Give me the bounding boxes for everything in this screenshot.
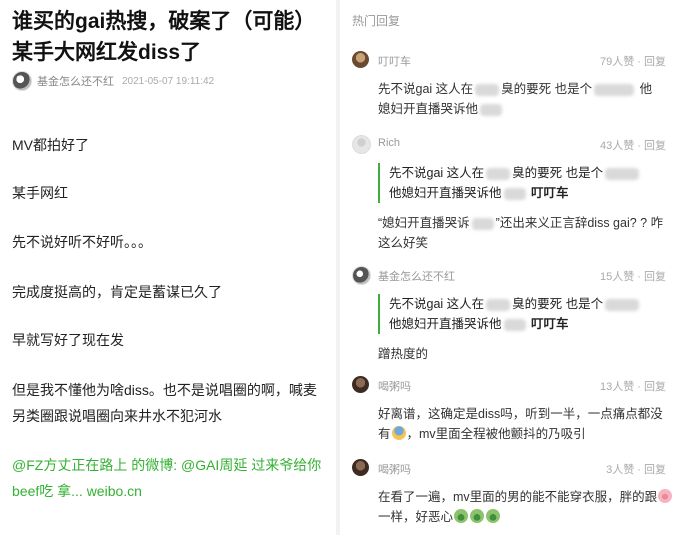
commenter-name[interactable]: 喝粥吗 — [378, 461, 411, 477]
redacted-text — [480, 103, 503, 116]
comment-text-part: 一样，好恶心 — [378, 510, 454, 524]
pig-face-emoji — [658, 489, 673, 503]
comment-text-part: 他 — [639, 82, 653, 96]
comment-meta: 79人赞 · 回复 — [599, 56, 666, 68]
article-paragraph: 先不说好听不好听。。。 — [12, 234, 152, 250]
commenter-avatar[interactable] — [352, 135, 371, 154]
redacted-text — [605, 298, 640, 311]
redacted-text — [486, 298, 511, 311]
article-paragraph: 完成度挺高的，肯定是蓄谋已久了 — [12, 284, 222, 300]
article-paragraph: MV都拍好了 — [12, 137, 89, 153]
comment-text-part: 臭的要死 也是个 — [501, 82, 593, 96]
comment-text: 好离谱，这确定是diss吗，听到一半，一点痛点都没有 ，mv里面全程被他颤抖的乃吸… — [378, 404, 674, 444]
commenter-avatar[interactable] — [352, 51, 369, 68]
quoted-comment: 先不说gai 这人在 臭的要死 也是个 他媳妇开直播哭诉他 叮叮车 — [378, 163, 674, 203]
redacted-text — [503, 318, 526, 331]
comment-text-part: 先不说gai 这人在 — [378, 82, 474, 96]
comment-item: 基金怎么还不红 15人赞 · 回复 先不说gai 这人在 臭的要死 也是个 他媳妇… — [352, 265, 674, 364]
redacted-text — [594, 83, 635, 96]
nauseated-face-emoji — [470, 509, 485, 523]
nauseated-face-emoji — [454, 509, 469, 523]
comment-item: Rich 43人赞 · 回复 先不说gai 这人在 臭的要死 也是个 他媳妇开直播… — [352, 134, 674, 253]
quote-text-part: 臭的要死 也是个 — [512, 297, 604, 311]
hot-replies-panel: 热门回复 叮叮车 79人赞 · 回复 先不说gai 这人在 臭的要死 也是个 他 … — [340, 0, 681, 535]
comment-text-part: ，mv里面全程被他颤抖的乃吸引 — [406, 427, 586, 441]
commenter-name[interactable]: 喝粥吗 — [378, 378, 411, 394]
article-paragraph: 但是我不懂他为啥diss。也不是说唱圈的啊，喊麦另类圈跟说唱圈向来井水不犯河水 — [12, 382, 317, 424]
post-time: 2021-05-07 19:11:42 — [122, 75, 215, 87]
comment-text-part: 在看了一遍，mv里面的男的能不能穿衣服，胖的跟 — [378, 490, 658, 504]
commenter-avatar[interactable] — [352, 459, 369, 476]
comment-text: “媳妇开直播哭诉 ”还出来义正言辞diss gai? ? 咋这么好笑 — [378, 213, 674, 253]
comment-text: 蹭热度的 — [378, 347, 429, 361]
nauseated-face-emoji — [486, 509, 501, 523]
like-count[interactable]: 13人赞 — [600, 381, 634, 393]
comment-text: 在看了一遍，mv里面的男的能不能穿衣服，胖的跟一样，好恶心 — [378, 487, 674, 527]
comment-meta: 13人赞 · 回复 — [599, 381, 666, 393]
quote-text-part: 先不说gai 这人在 — [389, 166, 485, 180]
reply-button[interactable]: 回复 — [644, 464, 666, 476]
comment-meta: 3人赞 · 回复 — [606, 464, 666, 476]
quote-author[interactable]: 叮叮车 — [531, 186, 569, 200]
author-name[interactable]: 基金怎么还不红 — [37, 73, 114, 89]
comment-text-part: 媳妇开直播哭诉他 — [378, 102, 479, 116]
author-row: 基金怎么还不红 2021-05-07 19:11:42 — [12, 71, 214, 91]
reply-button[interactable]: 回复 — [644, 56, 666, 68]
quote-text-part: 先不说gai 这人在 — [389, 297, 485, 311]
quote-text-part: 他媳妇开直播哭诉他 — [389, 186, 502, 200]
fearful-face-emoji — [391, 426, 406, 440]
article-paragraph: 某手网红 — [12, 185, 68, 201]
redacted-text — [471, 217, 494, 230]
comment-item: 喝粥吗 3人赞 · 回复 在看了一遍，mv里面的男的能不能穿衣服，胖的跟一样，好… — [352, 458, 674, 527]
redacted-text — [475, 83, 500, 96]
reply-button[interactable]: 回复 — [644, 140, 666, 152]
redacted-text — [503, 187, 526, 200]
like-count[interactable]: 15人赞 — [600, 271, 634, 283]
comment-meta: 15人赞 · 回复 — [599, 271, 666, 283]
quote-author[interactable]: 叮叮车 — [531, 317, 569, 331]
commenter-avatar[interactable] — [352, 266, 371, 285]
author-avatar[interactable] — [12, 71, 32, 91]
comment-text: 先不说gai 这人在 臭的要死 也是个 他 媳妇开直播哭诉他 — [378, 79, 674, 119]
commenter-name[interactable]: Rich — [378, 137, 400, 149]
comment-item: 叮叮车 79人赞 · 回复 先不说gai 这人在 臭的要死 也是个 他 媳妇开直播… — [352, 50, 674, 119]
commenter-avatar[interactable] — [352, 376, 369, 393]
article-title: 谁买的gai热搜，破案了（可能） 某手大网红发diss了 — [12, 6, 330, 68]
weibo-link[interactable]: @FZ方丈正在路上 的微博: @GAI周延 过来爷给你beef吃 拿... we… — [12, 452, 330, 504]
quote-text-part: 臭的要死 也是个 — [512, 166, 604, 180]
title-line-1: 谁买的gai热搜，破案了（可能） — [12, 10, 316, 33]
article-paragraph: 早就写好了现在发 — [12, 332, 124, 348]
like-count[interactable]: 3人赞 — [606, 464, 634, 476]
redacted-text — [486, 167, 511, 180]
comment-meta: 43人赞 · 回复 — [599, 140, 666, 152]
article-panel: 谁买的gai热搜，破案了（可能） 某手大网红发diss了 基金怎么还不红 202… — [0, 0, 335, 535]
commenter-name[interactable]: 叮叮车 — [378, 53, 411, 69]
like-count[interactable]: 43人赞 — [600, 140, 634, 152]
quoted-comment: 先不说gai 这人在 臭的要死 也是个 他媳妇开直播哭诉他 叮叮车 — [378, 294, 674, 334]
reply-button[interactable]: 回复 — [644, 381, 666, 393]
quote-text-part: 他媳妇开直播哭诉他 — [389, 317, 502, 331]
title-line-2: 某手大网红发diss了 — [12, 41, 202, 64]
hot-replies-title: 热门回复 — [352, 14, 401, 28]
reply-button[interactable]: 回复 — [644, 271, 666, 283]
comment-item: 喝粥吗 13人赞 · 回复 好离谱，这确定是diss吗，听到一半，一点痛点都没有… — [352, 375, 674, 444]
commenter-name[interactable]: 基金怎么还不红 — [378, 268, 455, 284]
like-count[interactable]: 79人赞 — [600, 56, 634, 68]
redacted-text — [605, 167, 640, 180]
comment-text-part: “媳妇开直播哭诉 — [378, 216, 470, 230]
